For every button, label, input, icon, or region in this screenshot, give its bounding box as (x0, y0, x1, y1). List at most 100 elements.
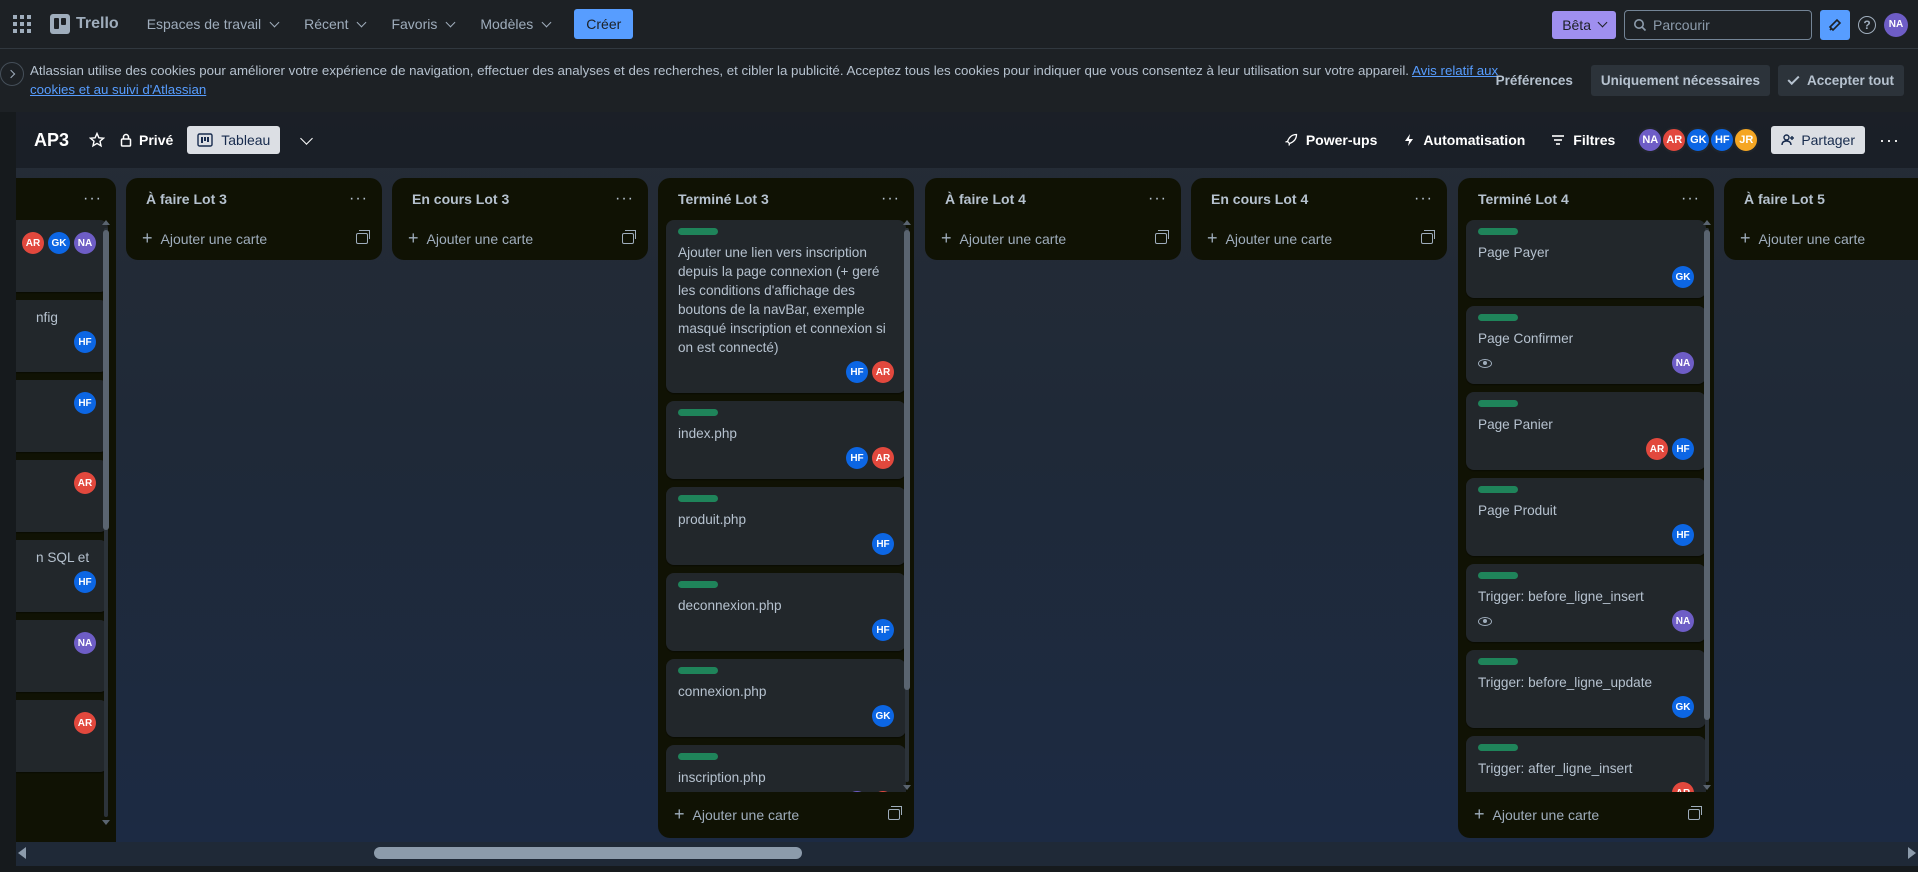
template-icon[interactable] (622, 229, 636, 244)
account-avatar[interactable]: NA (1884, 12, 1908, 37)
member-avatar[interactable]: AR (1646, 438, 1668, 460)
card[interactable]: Trigger: before_ligne_update GK (1466, 650, 1706, 728)
share-button[interactable]: Partager (1771, 126, 1866, 154)
card[interactable]: Page Produit HF (1466, 478, 1706, 556)
board-title[interactable]: AP3 (34, 130, 69, 151)
beta-button[interactable]: Bêta (1552, 10, 1616, 39)
member-avatar[interactable]: NA (74, 632, 96, 654)
list-menu-icon[interactable]: ··· (881, 190, 900, 208)
visibility-button[interactable]: Privé (119, 132, 173, 148)
card[interactable]: NA (16, 620, 108, 692)
cookie-necessary-button[interactable]: Uniquement nécessaires (1590, 65, 1770, 96)
scroll-right-arrow[interactable] (1908, 847, 1916, 859)
card[interactable]: nfig HF (16, 300, 108, 372)
menu-workspaces[interactable]: Espaces de travail (137, 9, 288, 39)
member-avatar[interactable]: NA (1672, 610, 1694, 632)
card-label[interactable] (678, 753, 718, 760)
list-menu-icon[interactable]: ··· (83, 190, 102, 208)
member-avatar[interactable]: HF (1672, 438, 1694, 460)
create-button[interactable]: Créer (574, 9, 634, 39)
list-title[interactable]: À faire Lot 4 (945, 191, 1026, 207)
app-switcher-icon[interactable] (10, 12, 34, 36)
add-card-button[interactable]: + Ajouter une carte (1724, 220, 1918, 256)
menu-recent[interactable]: Récent (294, 9, 375, 39)
list-menu-icon[interactable]: ··· (1414, 190, 1433, 208)
card[interactable]: HF (16, 380, 108, 452)
card[interactable]: deconnexion.php HF (666, 573, 906, 651)
card-label[interactable] (678, 581, 718, 588)
list-scrollbar[interactable] (102, 220, 110, 825)
card-label[interactable] (1478, 228, 1518, 235)
board-members[interactable]: NA AR GK HF JR (1637, 127, 1760, 153)
member-avatar[interactable]: GK (1672, 266, 1694, 288)
scrollbar-track[interactable] (16, 842, 1918, 866)
member-avatar[interactable]: HF (872, 619, 894, 641)
list-title[interactable]: Terminé Lot 3 (678, 191, 769, 207)
member-avatar[interactable]: GK (872, 705, 894, 727)
card-label[interactable] (678, 495, 718, 502)
member-avatar[interactable]: HF (846, 361, 868, 383)
sidebar-expand-button[interactable] (0, 62, 24, 86)
card-label[interactable] (1478, 572, 1518, 579)
add-card-button[interactable]: + Ajouter une carte (658, 796, 914, 832)
add-card-button[interactable]: + Ajouter une carte (1191, 220, 1447, 256)
board-member-avatar[interactable]: HF (1709, 127, 1736, 153)
menu-starred[interactable]: Favoris (381, 9, 464, 39)
member-avatar[interactable]: AR (74, 712, 96, 734)
view-board-tab[interactable]: Tableau (187, 126, 281, 154)
board-member-avatar[interactable]: NA (1637, 127, 1664, 153)
add-card-button[interactable]: + Ajouter une carte (126, 220, 382, 256)
board-member-avatar[interactable]: AR (1661, 127, 1688, 153)
member-avatar[interactable]: HF (872, 533, 894, 555)
card[interactable]: AR (16, 700, 108, 772)
member-avatar[interactable]: NA (846, 791, 868, 792)
star-button[interactable] (89, 132, 106, 148)
list-title[interactable]: En cours Lot 3 (412, 191, 509, 207)
card[interactable]: produit.php HF (666, 487, 906, 565)
member-avatar[interactable]: HF (74, 392, 96, 414)
board-horizontal-scrollbar[interactable] (16, 842, 1918, 866)
board-member-avatar[interactable]: JR (1733, 127, 1760, 153)
list-menu-icon[interactable]: ··· (1681, 190, 1700, 208)
menu-templates[interactable]: Modèles (470, 9, 560, 39)
template-icon[interactable] (888, 805, 902, 820)
card[interactable]: Page Confirmer NA (1466, 306, 1706, 384)
notifications-button[interactable] (1820, 9, 1850, 40)
card-label[interactable] (1478, 400, 1518, 407)
card-label[interactable] (1478, 658, 1518, 665)
powerups-button[interactable]: Power-ups (1274, 126, 1388, 154)
cookie-accept-button[interactable]: Accepter tout (1777, 65, 1904, 96)
member-avatar[interactable]: AR (872, 361, 894, 383)
card-label[interactable] (1478, 314, 1518, 321)
filters-button[interactable]: Filtres (1541, 126, 1625, 154)
card[interactable]: Page Panier AR HF (1466, 392, 1706, 470)
list-menu-icon[interactable]: ··· (615, 190, 634, 208)
list-menu-icon[interactable]: ··· (349, 190, 368, 208)
template-icon[interactable] (1688, 805, 1702, 820)
card-label[interactable] (678, 667, 718, 674)
card-label[interactable] (1478, 486, 1518, 493)
card-label[interactable] (1478, 744, 1518, 751)
views-dropdown-button[interactable] (292, 131, 317, 149)
scrollbar-thumb[interactable] (374, 847, 802, 859)
card-label[interactable] (678, 228, 718, 235)
template-icon[interactable] (1155, 229, 1169, 244)
trello-logo[interactable]: Trello (42, 10, 127, 38)
card[interactable]: Page Payer GK (1466, 220, 1706, 298)
list-title[interactable]: À faire Lot 5 (1744, 191, 1825, 207)
member-avatar[interactable]: GK (48, 232, 70, 254)
add-card-button[interactable]: + Ajouter une carte (925, 220, 1181, 256)
member-avatar[interactable]: NA (1672, 352, 1694, 374)
card[interactable]: inscription.php NA AR (666, 745, 906, 792)
template-icon[interactable] (1421, 229, 1435, 244)
list-scrollbar[interactable] (903, 220, 911, 790)
card[interactable]: Trigger: before_ligne_insert NA (1466, 564, 1706, 642)
card[interactable]: connexion.php GK (666, 659, 906, 737)
member-avatar[interactable]: HF (846, 447, 868, 469)
member-avatar[interactable]: AR (74, 472, 96, 494)
member-avatar[interactable]: AR (22, 232, 44, 254)
board-member-avatar[interactable]: GK (1685, 127, 1712, 153)
member-avatar[interactable]: AR (1672, 782, 1694, 792)
member-avatar[interactable]: GK (1672, 696, 1694, 718)
member-avatar[interactable]: HF (74, 331, 96, 353)
